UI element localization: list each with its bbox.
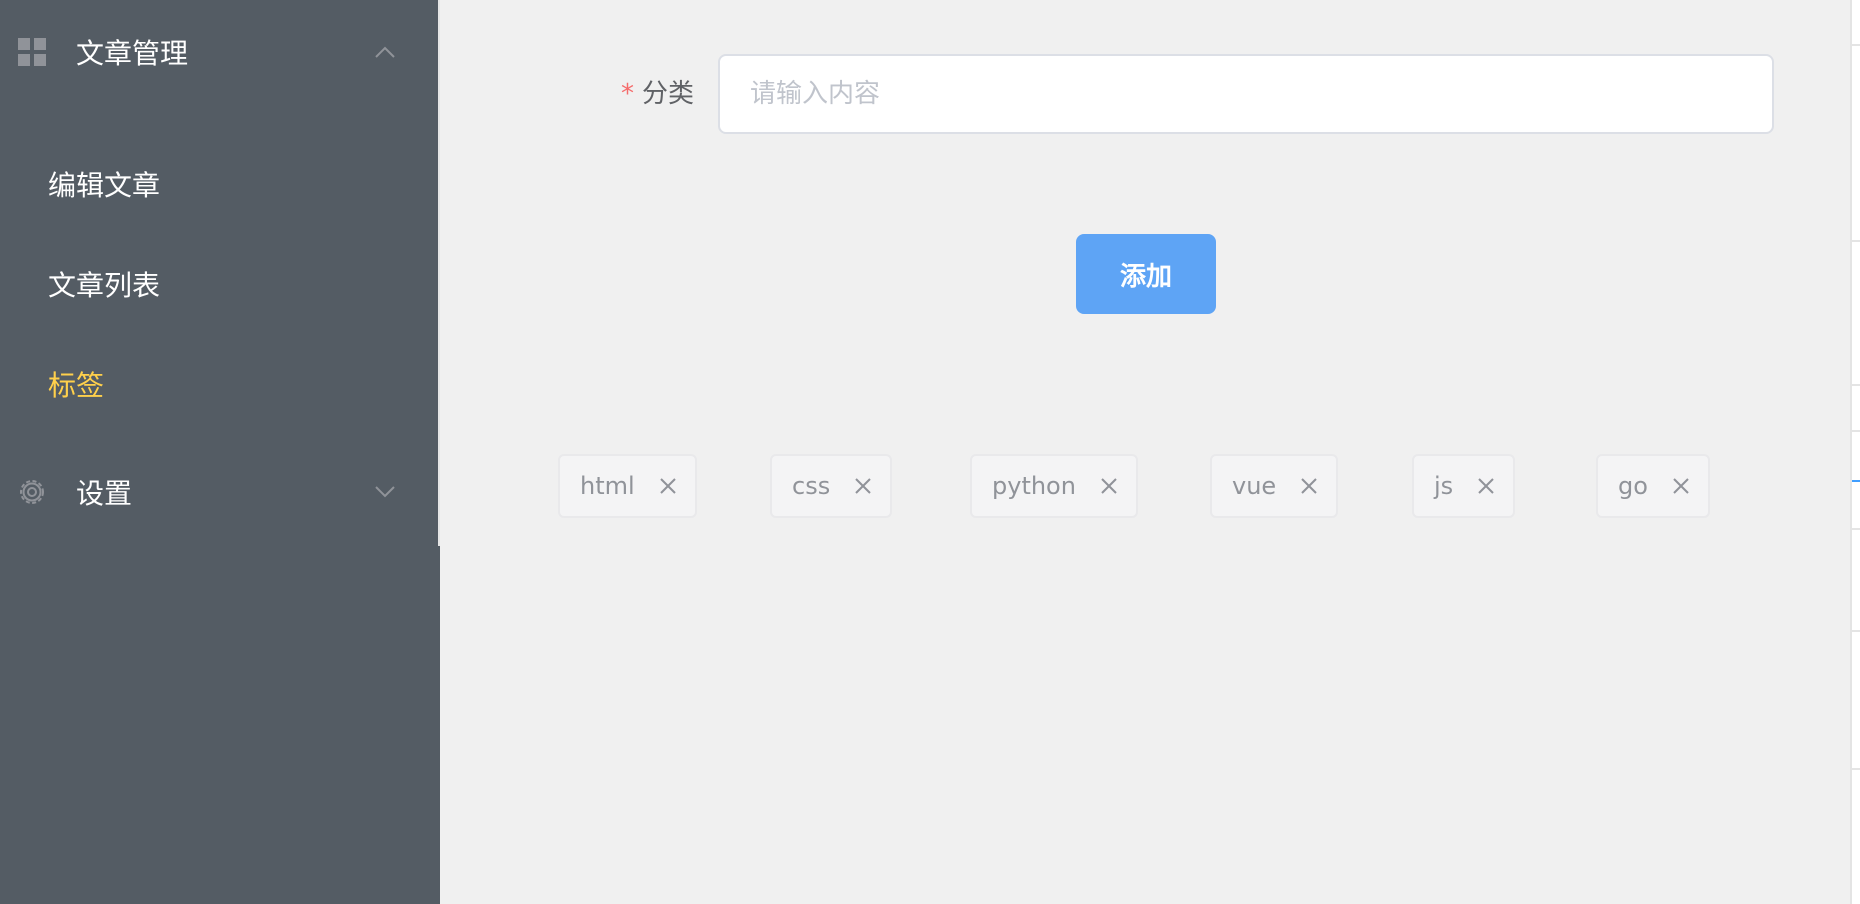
divider-tick: [1852, 384, 1860, 386]
category-label-text: 分类: [641, 79, 694, 109]
sidebar-item-label: 编辑文章: [48, 169, 161, 202]
close-icon[interactable]: [1300, 477, 1318, 495]
submenu-title-label: 设置: [76, 477, 133, 510]
divider-tick: [1852, 630, 1860, 632]
close-icon[interactable]: [1100, 477, 1118, 495]
submenu-settings[interactable]: 设置: [0, 442, 438, 542]
divider-tick: [1852, 240, 1860, 242]
sidebar: 文章管理 编辑文章 文章列表 标签 设置: [0, 0, 440, 904]
sidebar-item-tags[interactable]: 标签: [0, 334, 438, 434]
tag-item: vue: [1210, 454, 1339, 518]
tag-label: vue: [1232, 472, 1277, 500]
category-form-item: * 分类: [560, 54, 1774, 134]
right-panel-edge: [1850, 0, 1860, 904]
category-label: * 分类: [560, 54, 694, 134]
tag-item: python: [970, 454, 1138, 518]
close-icon[interactable]: [659, 477, 677, 495]
close-icon[interactable]: [1477, 477, 1495, 495]
tag-label: js: [1434, 472, 1454, 500]
tag-item: js: [1412, 454, 1516, 518]
tag-label: html: [580, 472, 635, 500]
grid-icon: [18, 38, 46, 66]
required-mark: *: [620, 79, 634, 109]
divider-tick: [1852, 44, 1860, 46]
submenu-title-label: 文章管理: [76, 37, 189, 70]
category-input[interactable]: [718, 54, 1774, 134]
tag-label: python: [992, 472, 1076, 500]
close-icon[interactable]: [1672, 477, 1690, 495]
sidebar-item-article-list[interactable]: 文章列表: [0, 234, 438, 334]
divider-tick: [1852, 480, 1860, 482]
tag-label: go: [1618, 472, 1648, 500]
chevron-down-icon: [375, 486, 395, 498]
sidebar-item-label: 标签: [48, 369, 105, 402]
sidebar-item-edit-article[interactable]: 编辑文章: [0, 134, 438, 234]
tag-label: css: [792, 472, 831, 500]
divider-tick: [1852, 528, 1860, 530]
divider-tick: [1852, 430, 1860, 432]
tag-item: html: [558, 454, 697, 518]
submenu-article-management[interactable]: 文章管理: [0, 2, 438, 102]
sidebar-divider: [438, 0, 440, 546]
chevron-up-icon: [375, 46, 395, 58]
add-button[interactable]: 添加: [1076, 234, 1216, 314]
gear-icon: [20, 480, 44, 504]
close-icon[interactable]: [854, 477, 872, 495]
sidebar-item-label: 文章列表: [48, 269, 161, 302]
divider-tick: [1852, 768, 1860, 770]
tag-item: go: [1596, 454, 1710, 518]
tag-item: css: [770, 454, 893, 518]
